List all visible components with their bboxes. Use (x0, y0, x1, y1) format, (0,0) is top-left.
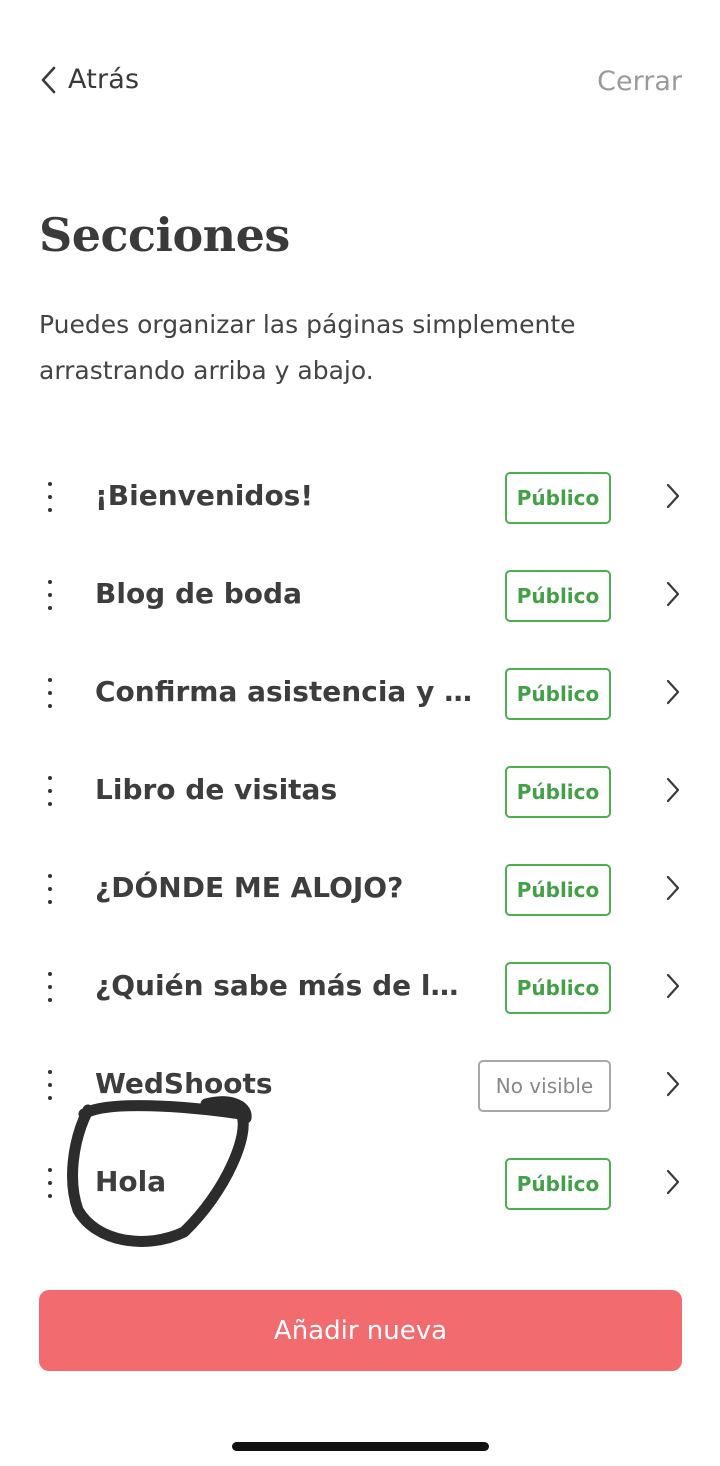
section-title: Libro de visitas (95, 773, 338, 806)
drag-handle-icon[interactable] (40, 972, 60, 1002)
section-row[interactable]: Confirma asistencia y ... Público (0, 645, 720, 743)
page-description: Puedes organizar las páginas simplemente… (39, 310, 576, 385)
section-row[interactable]: ¿Quién sabe más de lo... Público (0, 939, 720, 1037)
status-badge: Público (505, 1158, 611, 1210)
drag-handle-icon[interactable] (40, 580, 60, 610)
back-button[interactable]: Atrás (40, 64, 139, 95)
status-badge: Público (505, 472, 611, 524)
status-badge: Público (505, 864, 611, 916)
back-button-label: Atrás (68, 64, 140, 95)
add-new-section-button[interactable]: Añadir nueva (39, 1290, 682, 1371)
section-title: ¿DÓNDE ME ALOJO? (95, 871, 404, 904)
chevron-right-icon (666, 483, 680, 509)
status-badge: Público (505, 570, 611, 622)
chevron-right-icon (666, 581, 680, 607)
status-badge: Público (505, 766, 611, 818)
close-button[interactable]: Cerrar (597, 66, 682, 97)
drag-handle-icon[interactable] (40, 1168, 60, 1198)
section-title: ¡Bienvenidos! (95, 479, 314, 512)
drag-handle-icon[interactable] (40, 1070, 60, 1100)
page-title: Secciones (39, 208, 290, 262)
section-row[interactable]: WedShoots No visible (0, 1037, 720, 1135)
status-badge: Público (505, 668, 611, 720)
top-navigation-bar: Atrás Cerrar (0, 0, 720, 170)
status-badge: Público (505, 962, 611, 1014)
section-title: ¿Quién sabe más de lo... (95, 969, 475, 1002)
section-title: Confirma asistencia y ... (95, 675, 475, 708)
section-row[interactable]: ¿DÓNDE ME ALOJO? Público (0, 841, 720, 939)
drag-handle-icon[interactable] (40, 874, 60, 904)
drag-handle-icon[interactable] (40, 678, 60, 708)
section-title: WedShoots (95, 1067, 273, 1100)
section-row[interactable]: ¡Bienvenidos! Público (0, 449, 720, 547)
section-row[interactable]: Hola Público (0, 1135, 720, 1233)
chevron-left-icon (41, 66, 56, 93)
chevron-right-icon (666, 973, 680, 999)
chevron-right-icon (666, 777, 680, 803)
section-title: Blog de boda (95, 577, 302, 610)
sections-list: ¡Bienvenidos! Público Blog de boda Públi… (0, 449, 720, 1233)
section-row[interactable]: Libro de visitas Público (0, 743, 720, 841)
chevron-right-icon (666, 1071, 680, 1097)
status-badge: No visible (478, 1060, 611, 1112)
chevron-right-icon (666, 875, 680, 901)
chevron-right-icon (666, 679, 680, 705)
section-row[interactable]: Blog de boda Público (0, 547, 720, 645)
drag-handle-icon[interactable] (40, 776, 60, 806)
home-indicator[interactable] (232, 1442, 489, 1451)
chevron-right-icon (666, 1169, 680, 1195)
section-title: Hola (95, 1165, 167, 1198)
drag-handle-icon[interactable] (40, 482, 60, 512)
